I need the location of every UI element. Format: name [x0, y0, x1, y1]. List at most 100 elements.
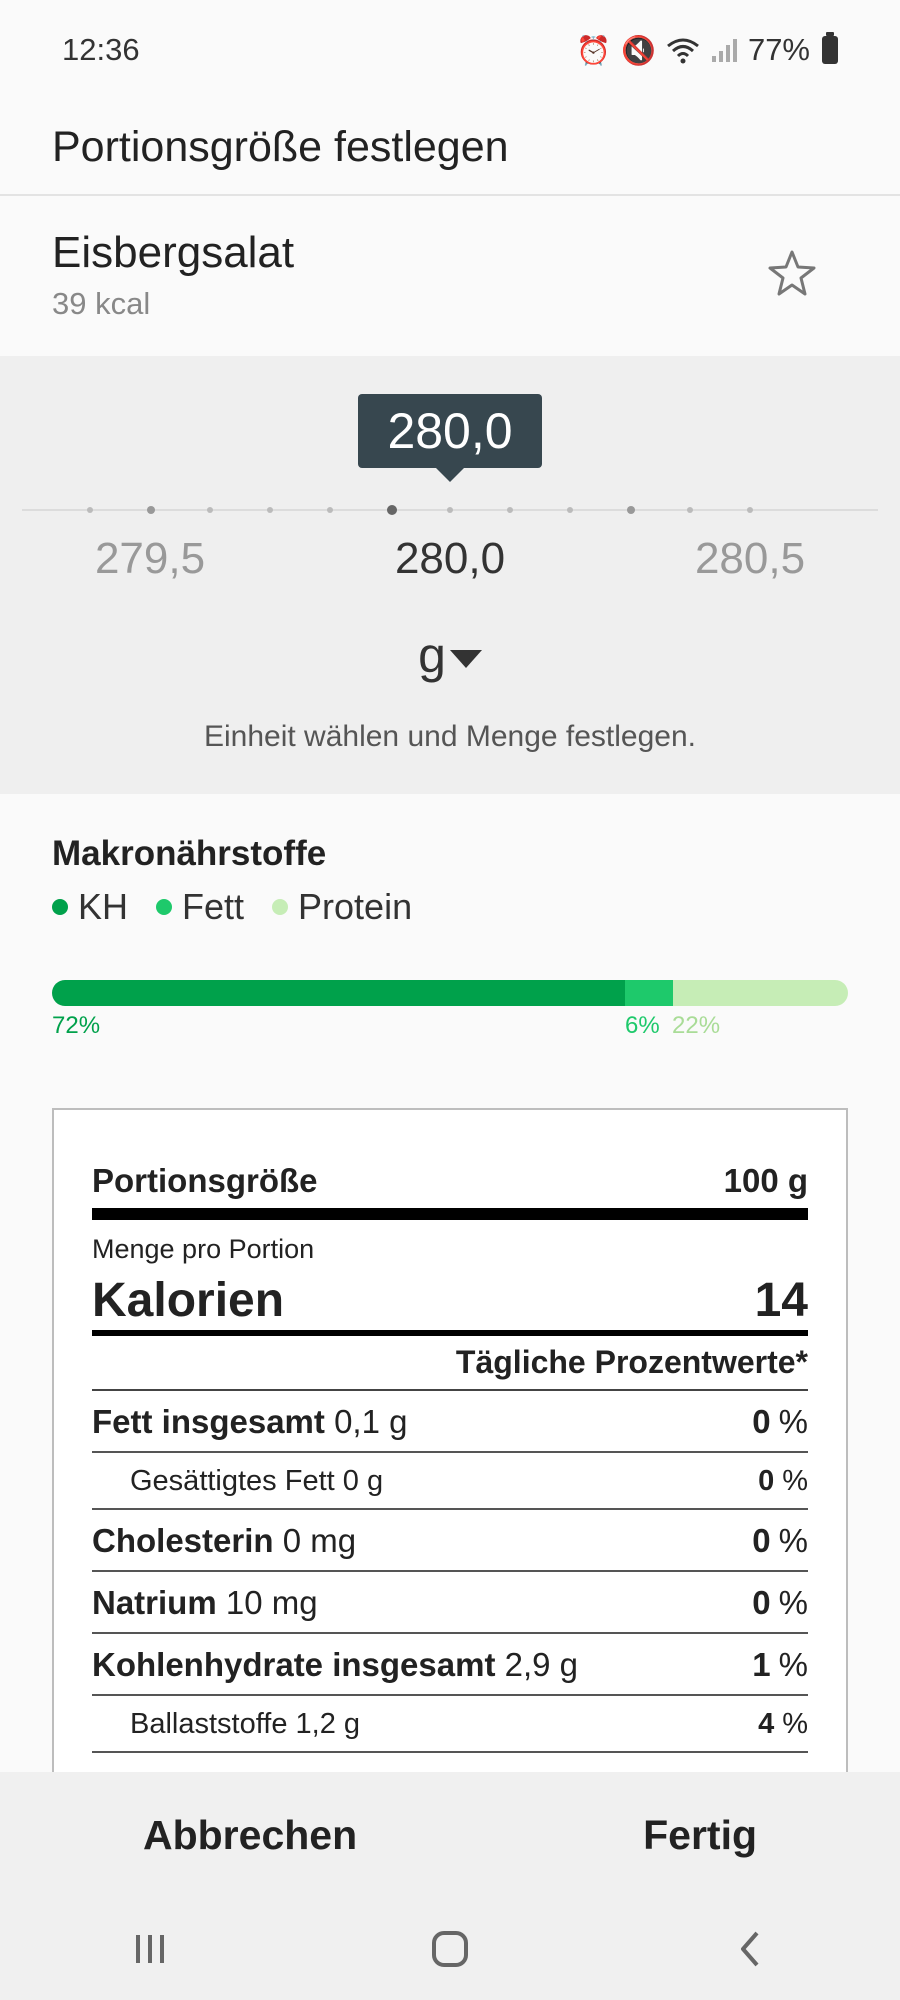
percent-unit: %: [778, 1403, 808, 1440]
food-card: Eisbergsalat 39 kcal: [0, 198, 900, 356]
ruler-tick: [267, 507, 273, 513]
nutrient-name: Kohlenhydrate insgesamt: [92, 1646, 496, 1683]
nutrient-percent: 0%: [758, 1465, 808, 1498]
nutrient-amount: 10 mg: [225, 1584, 318, 1621]
nutrient-percent: 0%: [752, 1403, 808, 1441]
page-title: Portionsgröße festlegen: [52, 122, 509, 171]
percent-unit: %: [782, 1708, 808, 1740]
calories-label: Kalorien: [92, 1274, 285, 1327]
nutrient-name-amount: Fett insgesamt 0,1 g: [92, 1403, 407, 1441]
nutrient-row: Gesättigtes Fett 0 g 0%: [92, 1453, 808, 1510]
daily-value-header: Tägliche Prozentwerte*: [92, 1336, 808, 1391]
caret-down-icon: [449, 650, 482, 668]
unit-label: g: [418, 627, 446, 683]
percent-unit: %: [778, 1646, 808, 1683]
system-nav-bar: [0, 1898, 900, 2000]
nutrient-name-amount: Natrium 10 mg: [92, 1584, 318, 1622]
macro-bar-segment: [625, 980, 673, 1006]
serving-size-value: 100 g: [723, 1162, 808, 1199]
food-name: Eisbergsalat: [52, 228, 295, 277]
nutrient-row: Cholesterin 0 mg 0%: [92, 1510, 808, 1572]
percent-unit: %: [778, 1584, 808, 1621]
ruler-tick: [567, 507, 573, 513]
battery-icon: [822, 32, 838, 64]
picker-hint: Einheit wählen und Menge festlegen.: [203, 720, 696, 753]
nutrient-name-amount: Ballaststoffe 1,2 g: [130, 1708, 360, 1741]
macro-title: Makronährstoffe: [52, 834, 327, 873]
nutrient-percent: 0%: [752, 1584, 808, 1622]
macro-percent-label: 22%: [672, 1012, 721, 1039]
ruler-tick: [747, 507, 753, 513]
percent-unit: %: [782, 1465, 808, 1497]
app-header: Portionsgröße festlegen: [0, 100, 900, 196]
unit-dropdown[interactable]: g: [0, 626, 900, 684]
nutrient-name: Natrium: [92, 1584, 217, 1621]
nutrient-amount: 0,1 g: [334, 1403, 408, 1440]
home-icon[interactable]: [420, 1919, 480, 1979]
battery-percent: 77%: [747, 32, 810, 67]
ruler-tick: [327, 507, 333, 513]
legend-item-protein: Protein: [272, 886, 412, 928]
ruler-tick: [687, 507, 693, 513]
legend-label: Fett: [182, 886, 245, 927]
status-bar: 12:36 ⏰ 🔇 77%: [0, 0, 900, 100]
macro-bar-segment: [52, 980, 626, 1006]
action-bar: Abbrechen Fertig: [0, 1772, 900, 1898]
per-portion-label: Menge pro Portion: [92, 1234, 315, 1264]
nutrient-percent-value: 4: [758, 1708, 775, 1740]
ruler-tick: [387, 505, 397, 515]
wifi-icon: [667, 38, 699, 64]
calories-row: Kalorien 14: [92, 1273, 808, 1336]
nutrient-percent: 4%: [758, 1708, 808, 1741]
ruler-tick: [207, 507, 213, 513]
ruler-label-center[interactable]: 280,0: [370, 534, 530, 584]
recent-apps-icon[interactable]: [120, 1919, 180, 1979]
nutrient-name: Ballaststoffe: [130, 1708, 288, 1740]
star-icon[interactable]: [766, 248, 818, 300]
status-time: 12:36: [62, 32, 140, 67]
calories-value: 14: [754, 1274, 808, 1327]
legend-dot-icon: [52, 899, 68, 915]
mute-icon: 🔇: [621, 34, 656, 66]
legend-dot-icon: [156, 899, 173, 915]
nutrient-amount: 0 g: [342, 1465, 384, 1497]
cancel-button[interactable]: Abbrechen: [113, 1802, 387, 1869]
ruler-label-left[interactable]: 279,5: [70, 534, 230, 584]
done-button[interactable]: Fertig: [613, 1802, 787, 1869]
nutrition-facts: Portionsgröße 100 g Menge pro Portion Ka…: [52, 1108, 848, 1808]
nutrient-percent-value: 0: [752, 1522, 771, 1559]
ruler-tick: [147, 506, 155, 514]
serving-size-label: Portionsgröße: [92, 1162, 318, 1199]
nutrient-amount: 0 mg: [282, 1522, 357, 1559]
nutrient-name-amount: Gesättigtes Fett 0 g: [130, 1465, 383, 1498]
nutrient-name-amount: Kohlenhydrate insgesamt 2,9 g: [92, 1646, 578, 1684]
alarm-icon: ⏰: [576, 34, 612, 66]
quantity-picker[interactable]: 280,0 279,5 280,0 280,5 g Einheit wählen…: [0, 356, 900, 794]
nutrient-percent-value: 0: [752, 1403, 771, 1440]
nutrient-percent: 1%: [752, 1646, 808, 1684]
nutrient-row: Natrium 10 mg 0%: [92, 1572, 808, 1634]
daily-value-label: Tägliche Prozentwerte*: [455, 1344, 808, 1380]
nutrient-percent-value: 1: [752, 1646, 771, 1683]
nutrient-rows: Fett insgesamt 0,1 g 0% Gesättigtes Fett 0…: [92, 1391, 808, 1753]
legend-dot-icon: [272, 899, 289, 915]
food-kcal: 39 kcal: [52, 286, 151, 321]
nutrient-percent: 0%: [752, 1522, 808, 1560]
ruler-tick: [507, 507, 513, 513]
ruler-tick: [627, 506, 635, 514]
back-icon[interactable]: [720, 1919, 780, 1979]
macro-percent-label: 72%: [52, 1012, 101, 1039]
macro-bar-segment: [672, 980, 848, 1006]
nutrient-name-amount: Cholesterin 0 mg: [92, 1522, 356, 1560]
nutrient-row: Kohlenhydrate insgesamt 2,9 g 1%: [92, 1634, 808, 1696]
macro-percent-label: 6%: [625, 1012, 660, 1039]
nutrient-row: Fett insgesamt 0,1 g 0%: [92, 1391, 808, 1453]
ruler-label-right[interactable]: 280,5: [670, 534, 830, 584]
legend-item-fett: Fett: [156, 886, 244, 928]
nutrient-amount: 2,9 g: [504, 1646, 579, 1683]
legend-label: KH: [78, 886, 129, 927]
macro-section: Makronährstoffe KH Fett Protein 72% 6% 22%: [0, 794, 900, 1094]
nutrient-amount: 1,2 g: [295, 1708, 361, 1740]
legend-item-kh: KH: [52, 886, 128, 928]
macro-bar: [52, 980, 848, 1006]
